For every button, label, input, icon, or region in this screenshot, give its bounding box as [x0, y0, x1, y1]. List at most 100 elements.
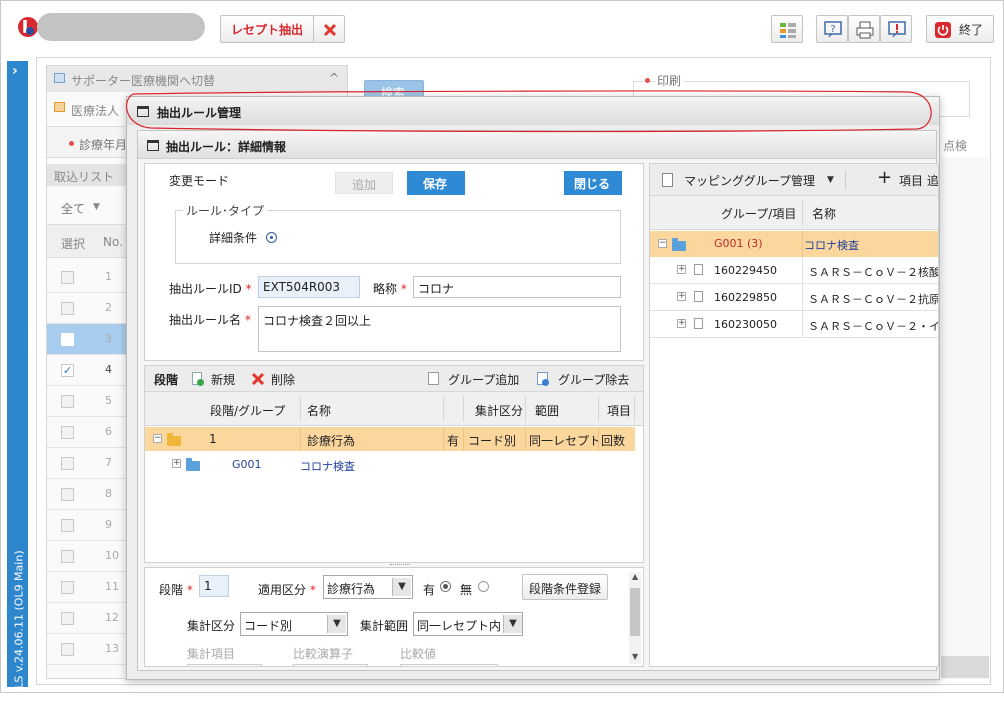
row-checkbox[interactable] [61, 519, 74, 532]
expand-toggle[interactable]: + [677, 319, 686, 328]
close-x-button[interactable] [313, 15, 345, 43]
power-icon [935, 22, 951, 38]
new-button[interactable]: 新規 [211, 371, 235, 388]
form-scrollbar[interactable]: ▲ ▼ [629, 572, 641, 664]
expand-toggle[interactable]: + [677, 265, 686, 274]
filter-all-dropdown[interactable]: 全て [61, 200, 85, 217]
range-select[interactable]: 同一レセプト内 ▼ [413, 612, 523, 636]
group-remove-button[interactable]: グループ除去 [558, 371, 629, 388]
col-item: 項目 [607, 404, 632, 418]
row-number: 12 [105, 611, 119, 624]
operator-label: 比較演算子 [293, 647, 354, 661]
yes-radio[interactable] [440, 581, 451, 592]
row-checkbox[interactable] [61, 488, 74, 501]
tenken-label: 点検 [943, 139, 968, 153]
mapping-item-row[interactable]: +160230050 ＳＡＲＳ－ＣｏＶ－２・イン [650, 311, 939, 338]
no-radio[interactable] [478, 581, 489, 592]
collapse-toggle[interactable]: − [658, 239, 667, 248]
mapping-title-dropdown[interactable]: マッピンググループ管理 [684, 172, 815, 189]
row-number: 6 [105, 425, 112, 438]
row-checkbox[interactable] [61, 581, 74, 594]
printer-icon [856, 21, 874, 39]
register-stage-condition-button[interactable]: 段階条件登録 [522, 574, 608, 600]
save-label: 保存 [423, 177, 448, 191]
stage-number: 1 [209, 432, 217, 446]
stage-input[interactable]: 1 [199, 575, 229, 597]
abbr-field[interactable]: コロナ [413, 276, 621, 298]
red-dot [645, 78, 650, 83]
stage-row-selected[interactable]: − 1 診療行為 有 コード別 同一レセプト 回数 [145, 427, 635, 451]
row-number: 7 [105, 456, 112, 469]
row-checkbox[interactable] [61, 457, 74, 470]
row-checkbox[interactable] [61, 302, 74, 315]
mapping-item-row[interactable]: +160229850 ＳＡＲＳ－ＣｏＶ－２抗原検 [650, 284, 938, 311]
stage-title: 段階 [154, 373, 179, 387]
alert-button[interactable] [880, 15, 912, 43]
row-number: 2 [105, 301, 112, 314]
apply-label-text: 適用区分 [258, 583, 307, 597]
expand-toggle[interactable]: + [172, 459, 181, 468]
group-code: G001 [232, 458, 262, 471]
splitter-handle[interactable] [390, 564, 410, 566]
row-number: 11 [105, 580, 119, 593]
row-checkbox[interactable] [61, 612, 74, 625]
rule-type-radio[interactable] [266, 232, 277, 243]
row-checkbox[interactable] [61, 333, 74, 346]
scroll-thumb[interactable] [630, 588, 640, 636]
exit-button[interactable]: 終了 [926, 15, 994, 43]
collapse-toggle[interactable]: − [153, 434, 162, 443]
name-field[interactable]: コロナ検査２回以上 [258, 306, 621, 352]
rule-type-option-label: 詳細条件 [209, 231, 258, 245]
apply-select[interactable]: 診療行為 ▼ [323, 575, 413, 599]
layout-button[interactable] [771, 15, 803, 43]
required-mark: * [400, 282, 407, 296]
bg-right-band [941, 157, 989, 679]
row-checkbox[interactable] [61, 271, 74, 284]
checkbox-checked[interactable]: ✓ [61, 364, 74, 377]
apply-label: 適用区分 * [258, 581, 316, 598]
mapping-item-name: ＳＡＲＳ－ＣｏＶ－２・イン [808, 320, 939, 333]
compare-value-input[interactable] [400, 664, 498, 666]
name-value: コロナ検査２回以上 [263, 314, 372, 328]
document-icon [662, 173, 673, 187]
import-list-label: 取込リスト [54, 170, 115, 184]
row-checkbox[interactable] [61, 643, 74, 656]
range-select-value: 同一レセプト内 [417, 619, 502, 633]
item-select[interactable] [187, 664, 262, 666]
stage-panel: 段階 新規 削除 グループ追加 グループ除去 段階/グループ 名称 集計区分 範… [144, 365, 644, 563]
row-checkbox[interactable] [61, 550, 74, 563]
app-logo [17, 15, 39, 39]
required-mark: * [245, 282, 252, 296]
mode-label: 変更モード [169, 174, 230, 188]
group-add-icon [428, 372, 439, 385]
help-button[interactable]: ? [816, 15, 848, 43]
folder-icon [167, 433, 181, 446]
row-checkbox[interactable] [61, 426, 74, 439]
group-add-button[interactable]: グループ追加 [448, 371, 519, 388]
mapping-item-row[interactable]: +160229450 ＳＡＲＳ－ＣｏＶ－２核酸検 [650, 257, 938, 284]
add-item-button[interactable]: 項目 追 [899, 172, 938, 189]
sidebar-expand-arrow[interactable]: › [12, 63, 18, 79]
rezept-extract-button[interactable]: レセプト抽出 [220, 15, 314, 43]
add-button[interactable]: 追加 [335, 172, 393, 194]
chevron-up-icon[interactable]: ^ [329, 71, 339, 85]
id-label: 抽出ルールID * [169, 280, 252, 297]
plus-icon: + [877, 167, 893, 188]
close-button[interactable]: 閉じる [564, 171, 622, 195]
print-button[interactable] [848, 15, 880, 43]
save-button[interactable]: 保存 [407, 171, 465, 195]
scroll-up-icon[interactable]: ▲ [632, 572, 638, 581]
expand-toggle[interactable]: + [677, 292, 686, 301]
range-label: 集計範囲 [360, 619, 409, 633]
stage-group-row[interactable]: + G001 コロナ検査 [145, 452, 635, 476]
close-label: 閉じる [574, 177, 611, 191]
row-checkbox[interactable] [61, 395, 74, 408]
id-field[interactable]: EXT504R003 [258, 276, 360, 298]
agg-select[interactable]: コード別 ▼ [240, 612, 348, 636]
compare-value-label: 比較値 [400, 647, 437, 661]
mapping-group-row[interactable]: − G001 (3) コロナ検査 [650, 231, 938, 257]
inner-dialog-title: 抽出ルール：詳細情報 [166, 140, 287, 154]
scroll-down-icon[interactable]: ▼ [632, 652, 638, 661]
operator-select[interactable] [293, 664, 368, 666]
delete-button[interactable]: 削除 [271, 371, 295, 388]
